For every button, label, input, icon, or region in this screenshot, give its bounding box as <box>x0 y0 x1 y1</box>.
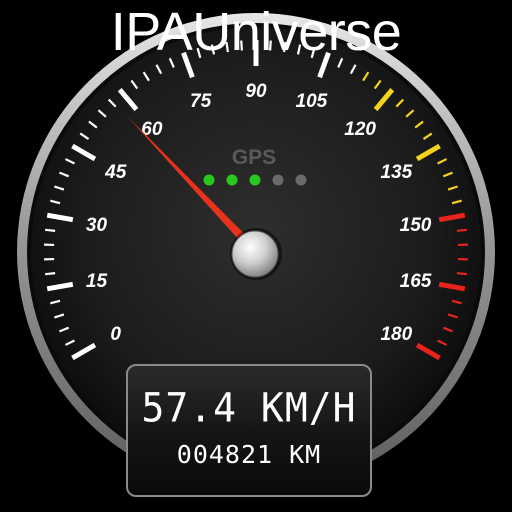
speed-readout: 57.4 KM/H <box>141 384 357 432</box>
gps-dot-inactive <box>272 174 284 186</box>
minor-tick <box>456 228 467 232</box>
digital-readout-panel: 57.4 KM/H 004821 KM <box>126 364 372 497</box>
tick-label: 120 <box>344 119 376 140</box>
tick-label: 165 <box>400 271 432 292</box>
speedometer-app: 0 15 30 45 60 75 90 105 120 135 150 165 180 GPS IPAU… <box>0 0 512 512</box>
tick-label: 15 <box>86 271 108 292</box>
tick-label: 105 <box>296 91 328 112</box>
needle-hub <box>231 230 279 278</box>
gps-label: GPS <box>232 146 276 169</box>
minor-tick <box>45 228 56 232</box>
gps-dot-active <box>249 174 261 186</box>
tick-label: 30 <box>86 215 108 236</box>
tick-label: 135 <box>380 162 412 183</box>
tick-label: 90 <box>245 81 267 102</box>
minor-tick <box>45 272 56 276</box>
tick-label: 75 <box>190 91 212 112</box>
tick-label: 60 <box>141 119 163 140</box>
tick-label: 180 <box>380 324 412 345</box>
tick-label: 150 <box>400 215 432 236</box>
gps-dot-active <box>203 174 215 186</box>
tick-label: 45 <box>104 162 127 183</box>
app-title: IPAUniverse <box>110 2 402 62</box>
odometer-readout: 004821 KM <box>176 440 322 469</box>
gps-dot-active <box>226 174 238 186</box>
gps-dot-inactive <box>295 174 307 186</box>
minor-tick <box>456 272 467 276</box>
tick-label: 0 <box>110 324 121 345</box>
